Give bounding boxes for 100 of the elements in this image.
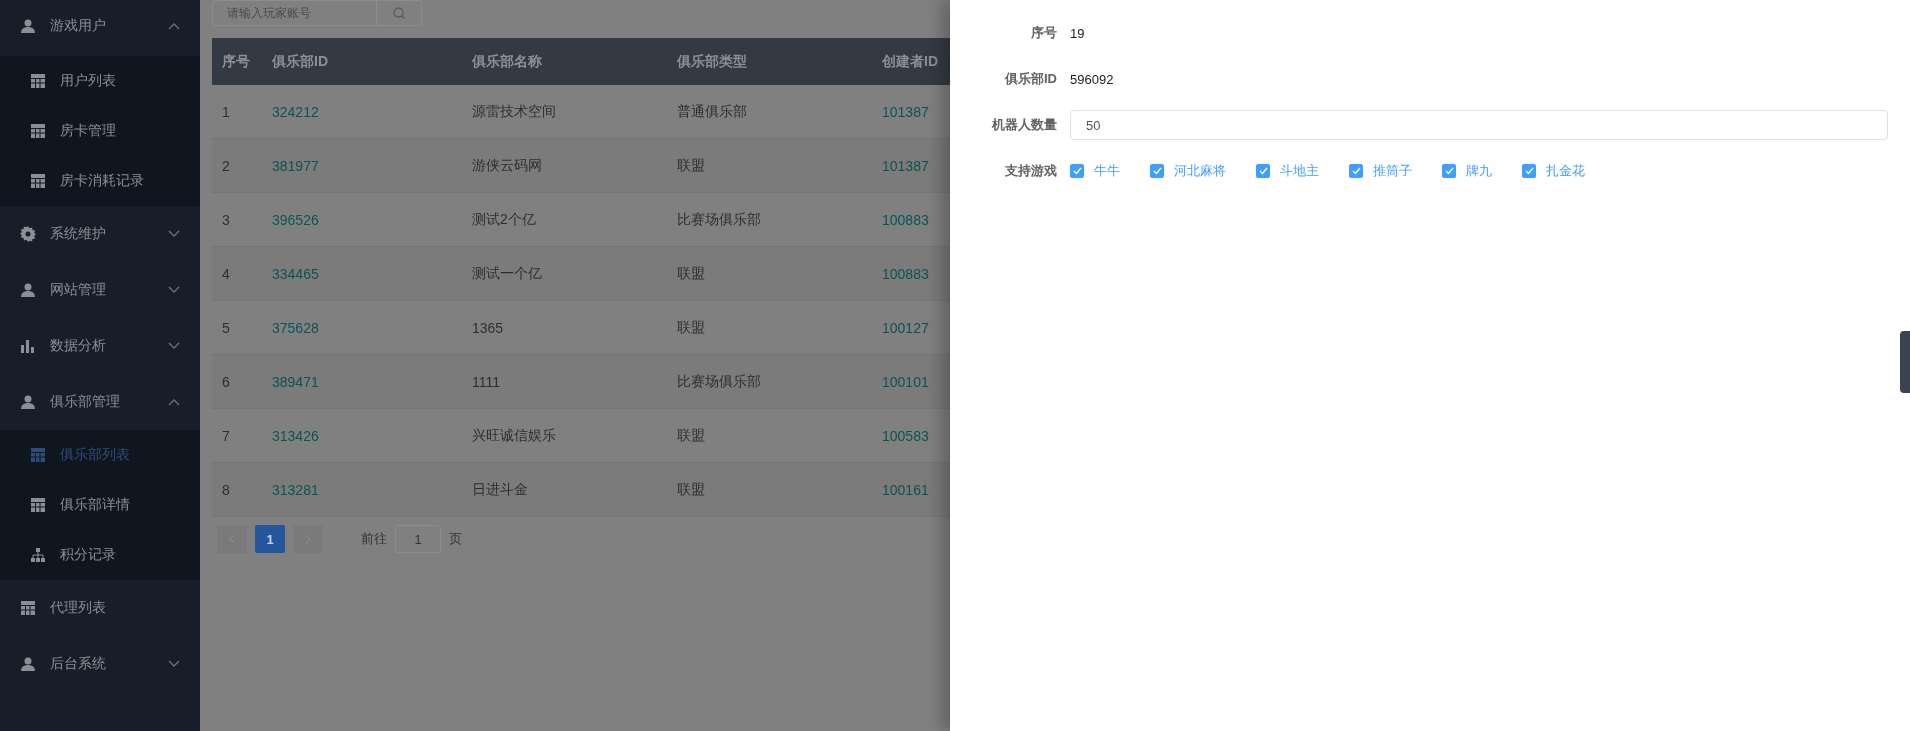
id-link[interactable]: 313281 [272,481,319,498]
id-link[interactable]: 381977 [272,157,319,174]
field-label: 机器人数量 [990,116,1058,134]
column-header: 序号 [212,38,262,85]
table-cell: 7 [212,408,262,463]
id-link[interactable]: 334465 [272,265,319,282]
table-cell: 2 [212,138,262,193]
id-link[interactable]: 313426 [272,427,319,444]
table-cell: 3 [212,192,262,247]
game-checkbox[interactable]: 河北麻将 [1150,162,1226,180]
game-checkbox[interactable]: 斗地主 [1256,162,1319,180]
chevron-icon [168,660,180,668]
column-header: 创建者ID [872,38,950,85]
chevron-icon [168,342,180,350]
hierarchy-icon [30,547,46,563]
id-link[interactable]: 100883 [882,265,929,282]
table-cell: 兴旺诚信娱乐 [462,408,667,463]
id-link[interactable]: 324212 [272,103,319,120]
id-link[interactable]: 100161 [882,481,929,498]
table-cell: 比赛场俱乐部 [667,192,872,247]
table-cell: 普通俱乐部 [667,85,872,139]
submenu-item[interactable]: 俱乐部详情 [0,480,200,530]
sidebar-item[interactable]: 代理列表 [0,580,200,636]
sidebar-item[interactable]: 后台系统 [0,636,200,692]
table-cell: 比赛场俱乐部 [667,354,872,409]
user-icon [20,282,36,298]
table-cell: 测试一个亿 [462,246,667,301]
field-value: 596092 [1070,71,1114,87]
field-label: 支持游戏 [1004,162,1058,180]
table-cell: 8 [212,462,262,517]
table-cell: 日进斗金 [462,462,667,517]
field-value: 19 [1070,25,1085,41]
table-icon [30,123,46,139]
checkbox-icon[interactable] [1522,164,1536,178]
table-cell: 联盟 [667,138,872,193]
side-handle[interactable] [1900,331,1910,393]
table-cell: 源雷技术空间 [462,85,667,139]
game-checkbox[interactable]: 牛牛 [1070,162,1120,180]
column-header: 俱乐部ID [262,38,462,85]
table-cell: 联盟 [667,408,872,463]
game-checkbox[interactable]: 推筒子 [1349,162,1412,180]
search-icon[interactable] [392,6,406,20]
bar-chart-icon [20,338,36,354]
game-checkbox[interactable]: 牌九 [1442,162,1492,180]
user-icon [20,394,36,410]
column-header: 俱乐部名称 [462,38,667,85]
sidebar-item[interactable]: 俱乐部管理 [0,374,200,430]
column-header: 俱乐部类型 [667,38,872,85]
sidebar-item[interactable]: 游戏用户 [0,0,200,56]
sidebar-item[interactable]: 系统维护 [0,206,200,262]
id-link[interactable]: 100583 [882,427,929,444]
table-cell: 5 [212,300,262,355]
id-link[interactable]: 396526 [272,211,319,228]
checkbox-icon[interactable] [1256,164,1270,178]
id-link[interactable]: 101387 [882,103,929,120]
chevron-icon [168,22,180,30]
chevron-icon [168,230,180,238]
submenu-item[interactable]: 用户列表 [0,56,200,106]
submenu-item[interactable]: 房卡管理 [0,106,200,156]
table-cell: 6 [212,354,262,409]
checkbox-icon[interactable] [1349,164,1363,178]
id-link[interactable]: 389471 [272,373,319,390]
submenu-item[interactable]: 房卡消耗记录 [0,156,200,206]
id-link[interactable]: 100127 [882,319,929,336]
id-link[interactable]: 100101 [882,373,929,390]
id-link[interactable]: 101387 [882,157,929,174]
checkbox-icon[interactable] [1070,164,1084,178]
goto-label: 前往 [361,530,387,548]
user-icon [20,656,36,672]
id-link[interactable]: 375628 [272,319,319,336]
table-cell: 4 [212,246,262,301]
table-icon [30,447,46,463]
table-cell: 1 [212,85,262,139]
table-cell: 联盟 [667,462,872,517]
checkbox-icon[interactable] [1442,164,1456,178]
table-icon [30,497,46,513]
submenu-item[interactable]: 俱乐部列表 [0,430,200,480]
checkbox-icon[interactable] [1150,164,1164,178]
submenu-item[interactable]: 积分记录 [0,530,200,580]
page-suffix: 页 [449,530,462,548]
game-checkbox[interactable]: 扎金花 [1522,162,1585,180]
page-button[interactable]: 1 [255,525,285,553]
gear-icon [20,226,36,242]
chevron-icon [168,286,180,294]
table-cell: 联盟 [667,246,872,301]
table-cell: 游侠云码网 [462,138,667,193]
sidebar-item[interactable]: 数据分析 [0,318,200,374]
field-label: 俱乐部ID [1003,70,1058,88]
field-label: 序号 [1030,24,1058,42]
table-icon [30,173,46,189]
table-cell: 1365 [462,300,667,355]
sidebar-item[interactable]: 网站管理 [0,262,200,318]
id-link[interactable]: 100883 [882,211,929,228]
search-button[interactable] [377,0,422,26]
chevron-icon [168,398,180,406]
input-field[interactable]: 50 [1070,110,1888,140]
user-icon [20,18,36,34]
table-cell: 1111 [462,354,667,409]
page-input[interactable]: 1 [395,525,441,553]
table-cell: 测试2个亿 [462,192,667,247]
